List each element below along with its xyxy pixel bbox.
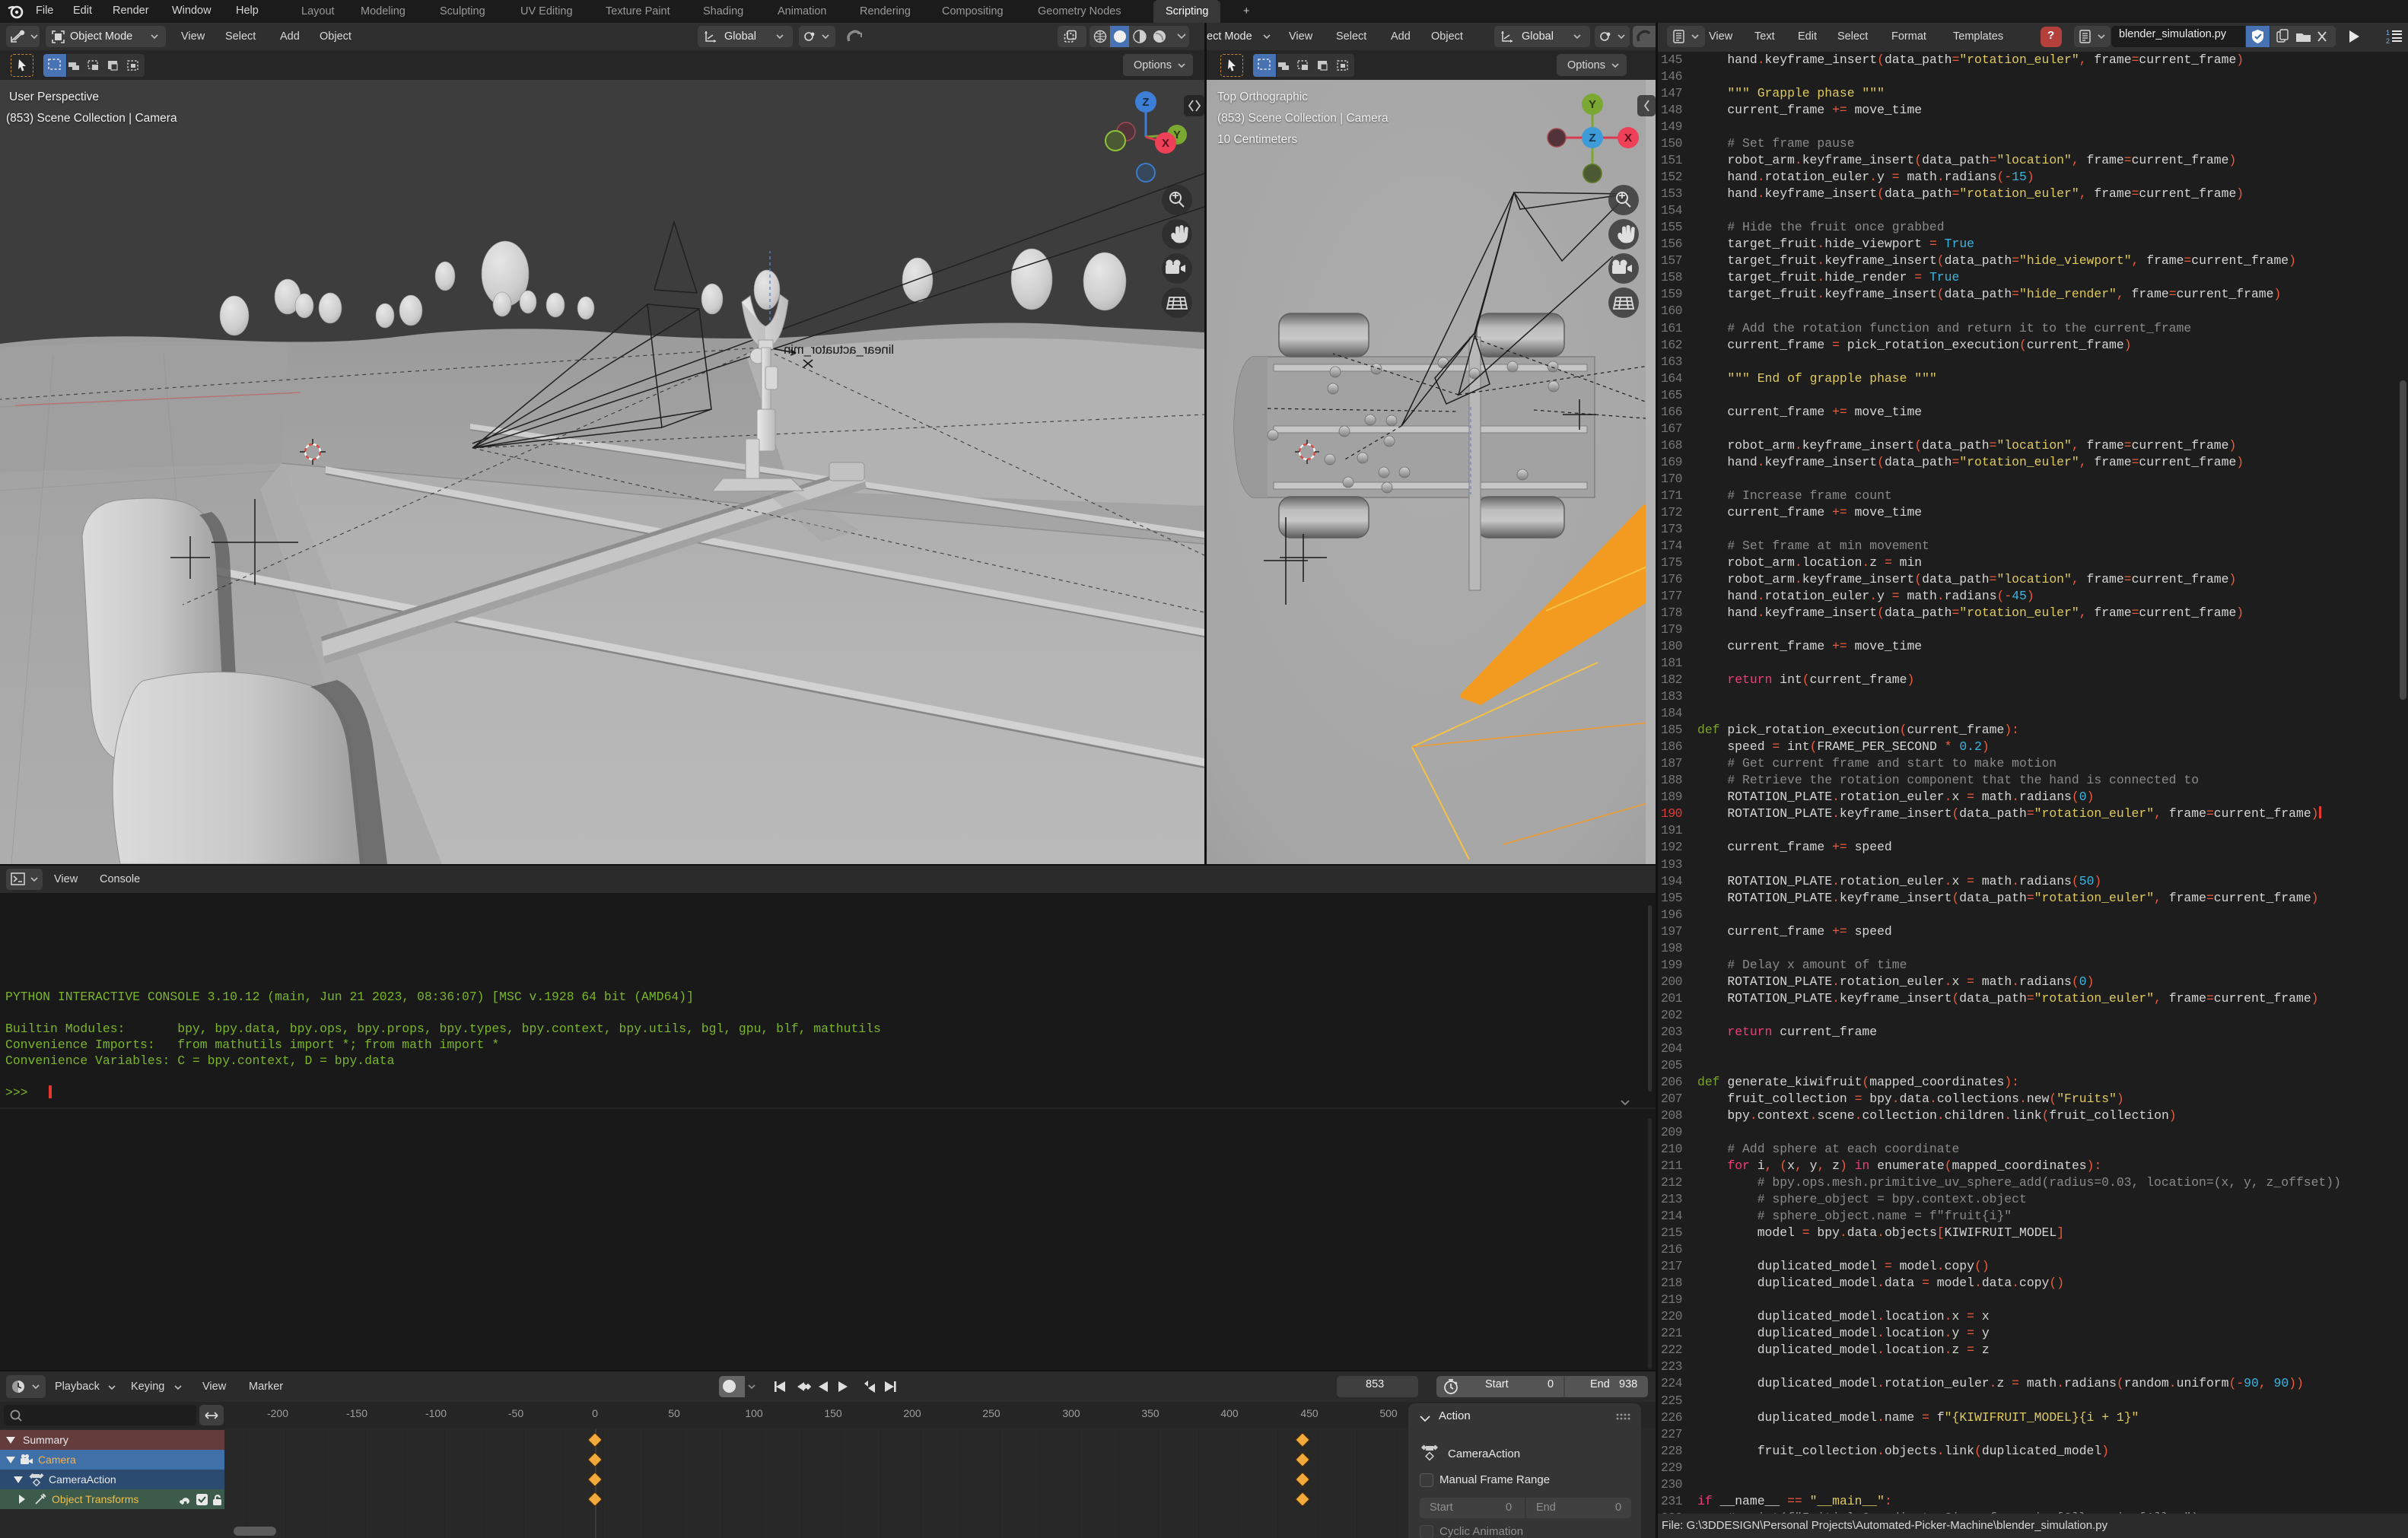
svg-text:1: 1 xyxy=(2386,29,2390,37)
svg-text:linear_actuator_min: linear_actuator_min xyxy=(784,343,894,357)
svg-text:Z: Z xyxy=(1589,132,1595,145)
svg-text:Y: Y xyxy=(1589,98,1596,111)
svg-text:Z: Z xyxy=(1142,96,1149,109)
svg-text:X: X xyxy=(1624,132,1632,145)
svg-text:X: X xyxy=(1162,137,1169,150)
svg-text:2: 2 xyxy=(2386,37,2390,45)
